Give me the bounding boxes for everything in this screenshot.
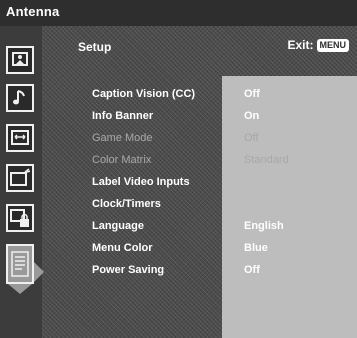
music-note-icon[interactable] [6, 84, 34, 112]
menu-item-game-mode: Game Mode Off [92, 128, 357, 150]
menu-item-label: Color Matrix [92, 154, 152, 166]
menu-item-clock-timers[interactable]: Clock/Timers [92, 194, 357, 216]
menu-item-label: Language [92, 220, 144, 232]
active-tab-arrow [8, 284, 32, 294]
exit-hint[interactable]: Exit: MENU [287, 38, 349, 52]
menu-item-value: Off [244, 264, 260, 276]
menu-item-value: On [244, 110, 260, 122]
menu-item-value: English [244, 220, 284, 232]
menu-item-language[interactable]: Language English [92, 216, 357, 238]
menu-item-value: Blue [244, 242, 268, 254]
menu-item-power-saving[interactable]: Power Saving Off [92, 260, 357, 282]
menu-item-color-matrix: Color Matrix Standard [92, 150, 357, 172]
menu-item-label: Menu Color [92, 242, 153, 254]
menu-item-label: Power Saving [92, 264, 165, 276]
title-bar: Antenna [0, 0, 357, 26]
input-source-title: Antenna [6, 4, 60, 19]
setup-icon[interactable] [6, 244, 34, 284]
menu-item-caption-vision[interactable]: Caption Vision (CC) Off [92, 84, 357, 106]
menu-item-label: Clock/Timers [92, 198, 161, 210]
channel-icon[interactable] [6, 164, 34, 192]
menu-item-value: Off [244, 132, 259, 144]
menu-item-label: Info Banner [92, 110, 154, 122]
menu-item-label: Game Mode [92, 132, 153, 144]
page-title: Setup [78, 40, 112, 54]
menu-key-badge: MENU [316, 38, 349, 52]
active-tab-pointer [34, 262, 44, 282]
menu-item-value: Standard [244, 154, 289, 166]
menu-item-label: Label Video Inputs [92, 176, 190, 188]
parental-lock-icon[interactable] [6, 204, 34, 232]
menu-item-label-video-inputs[interactable]: Label Video Inputs [92, 172, 357, 194]
menu-item-info-banner[interactable]: Info Banner On [92, 106, 357, 128]
menu-item-menu-color[interactable]: Menu Color Blue [92, 238, 357, 260]
menu-item-label: Caption Vision (CC) [92, 88, 196, 100]
menu-item-value: Off [244, 88, 260, 100]
screen-size-icon[interactable] [6, 124, 34, 152]
tv-menu-screen: Antenna Setup Exit: MENU Caption Vision … [0, 0, 357, 338]
picture-icon[interactable] [6, 46, 34, 74]
exit-label: Exit: [287, 38, 314, 52]
